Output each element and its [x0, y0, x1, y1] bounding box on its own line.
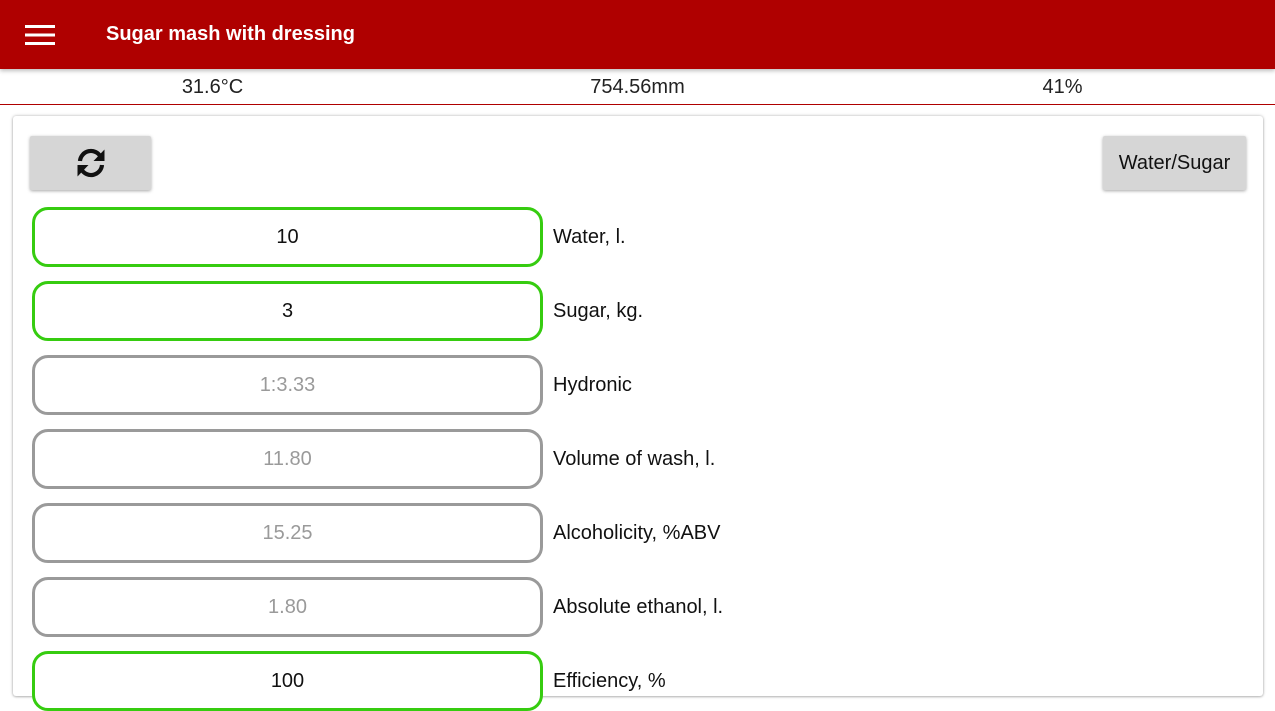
field-row-sugar: 3 Sugar, kg.	[32, 281, 1232, 341]
field-row-efficiency: 100 Efficiency, %	[32, 651, 1232, 711]
field-row-water: 10 Water, l.	[32, 207, 1232, 267]
efficiency-label: Efficiency, %	[553, 669, 666, 692]
field-row-hydronic: 1:3.33 Hydronic	[32, 355, 1232, 415]
field-row-alcoholicity: 15.25 Alcoholicity, %ABV	[32, 503, 1232, 563]
hamburger-menu-icon	[25, 24, 55, 45]
sugar-input[interactable]: 3	[32, 281, 543, 341]
field-row-ethanol: 1.80 Absolute ethanol, l.	[32, 577, 1232, 637]
app-title: Sugar mash with dressing	[106, 23, 355, 45]
sugar-label: Sugar, kg.	[553, 299, 644, 322]
water-sugar-mode-button[interactable]: Water/Sugar	[1103, 136, 1246, 190]
refresh-button[interactable]	[30, 136, 151, 190]
alcoholicity-label: Alcoholicity, %ABV	[553, 521, 721, 544]
wash-volume-output: 11.80	[32, 429, 543, 489]
humidity-readout: 41%	[1042, 76, 1083, 98]
calculator-card: Water/Sugar 10 Water, l. 3 Sugar, kg. 1:…	[13, 116, 1263, 711]
refresh-icon	[77, 148, 104, 178]
alcoholicity-output: 15.25	[32, 503, 543, 563]
temperature-readout: 31.6°C	[181, 76, 244, 98]
efficiency-input[interactable]: 100	[32, 651, 543, 711]
ethanol-label: Absolute ethanol, l.	[553, 595, 724, 618]
hydronic-output: 1:3.33	[32, 355, 543, 415]
ethanol-output: 1.80	[32, 577, 543, 637]
field-row-wash-volume: 11.80 Volume of wash, l.	[32, 429, 1232, 489]
app-bar: Sugar mash with dressing	[0, 0, 1275, 69]
menu-button[interactable]	[0, 0, 80, 69]
wash-volume-label: Volume of wash, l.	[553, 447, 716, 470]
hydronic-label: Hydronic	[553, 373, 632, 396]
pressure-readout: 754.56mm	[590, 76, 685, 98]
water-input[interactable]: 10	[32, 207, 543, 267]
water-label: Water, l.	[553, 225, 626, 248]
sensor-status-bar: 31.6°C 754.56mm 41%	[0, 69, 1275, 105]
